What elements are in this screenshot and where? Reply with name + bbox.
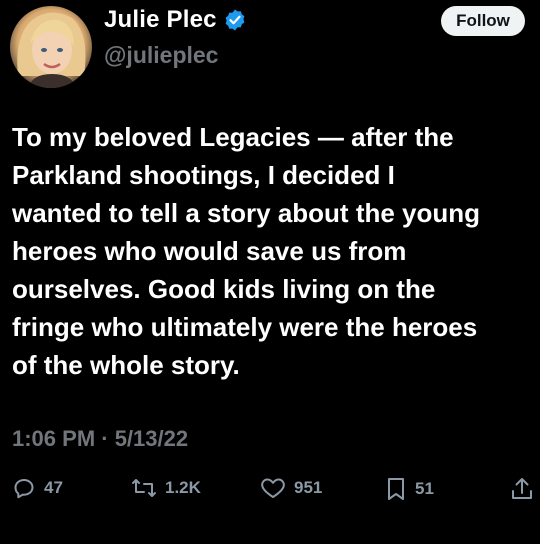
action-bar: 47 1.2K 951 51 [0,476,540,510]
handle[interactable]: @julieplec [104,42,218,69]
share-icon [510,476,534,502]
retweet-count: 1.2K [165,478,201,497]
display-name[interactable]: Julie Plec [104,6,217,34]
avatar[interactable] [10,6,92,88]
tweet-header: Julie Plec @julieplec Follow [0,0,540,100]
reply-icon [12,476,36,500]
like-button[interactable]: 951 [260,476,322,500]
name-row: Julie Plec [104,6,247,34]
heart-icon [260,476,286,500]
retweet-button[interactable]: 1.2K [131,476,201,500]
reply-count: 47 [44,478,63,497]
follow-button[interactable]: Follow [441,6,525,36]
bookmark-count: 51 [415,479,434,498]
share-button[interactable] [510,476,534,502]
tweet-timestamp[interactable]: 1:06 PM · 5/13/22 [12,426,188,452]
bookmark-button[interactable]: 51 [385,476,434,502]
tweet-text: To my beloved Legacies — after the Parkl… [12,122,481,380]
verified-badge-icon [223,8,247,32]
reply-button[interactable]: 47 [12,476,63,500]
like-count: 951 [294,478,323,497]
bookmark-icon [385,476,407,502]
retweet-icon [131,476,157,500]
